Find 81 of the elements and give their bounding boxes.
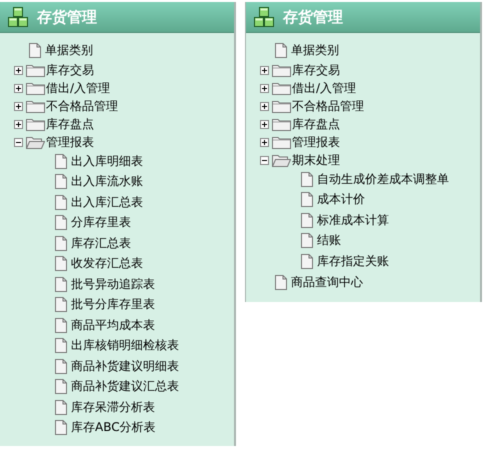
document-icon	[55, 154, 67, 169]
boxes-icon	[8, 7, 29, 27]
folder-icon	[26, 100, 45, 112]
tree-item[interactable]: 单据类别	[291, 42, 339, 58]
tree-item[interactable]: 库存呆滞分析表	[71, 398, 155, 416]
tree-item[interactable]: 管理报表	[46, 134, 94, 150]
document-icon	[301, 254, 313, 269]
expand-icon[interactable]	[14, 66, 23, 74]
open-folder-icon	[26, 136, 45, 148]
tree-item[interactable]: 借出/入管理	[292, 80, 356, 96]
expand-icon[interactable]	[260, 84, 269, 92]
document-icon	[55, 420, 67, 436]
expand-icon[interactable]	[14, 84, 23, 92]
expand-icon[interactable]	[260, 66, 269, 74]
document-icon	[301, 172, 313, 187]
expand-icon[interactable]	[260, 102, 269, 110]
tree-item[interactable]: 单据类别	[45, 42, 93, 58]
document-icon	[301, 192, 313, 208]
tree-item[interactable]: 库存交易	[46, 62, 94, 78]
tree-item[interactable]: 成本计价	[317, 191, 365, 208]
boxes-icon	[254, 7, 275, 27]
document-icon	[55, 236, 67, 251]
folder-icon	[272, 100, 291, 112]
tree-item[interactable]: 库存交易	[292, 62, 340, 78]
panel-title: 存货管理	[37, 8, 97, 26]
collapse-icon[interactable]	[260, 156, 269, 164]
tree-item[interactable]: 批号异动追踪表	[71, 276, 155, 293]
document-icon	[275, 42, 287, 58]
document-icon	[55, 338, 67, 354]
folder-icon	[26, 82, 45, 94]
tree-item[interactable]: 商品补货建议明细表	[71, 358, 179, 375]
expand-icon[interactable]	[260, 120, 269, 128]
folder-icon	[272, 64, 291, 76]
tree-item[interactable]: 管理报表	[292, 134, 340, 150]
tree-item[interactable]: 出入库明细表	[71, 152, 143, 170]
document-icon	[55, 276, 67, 292]
document-icon	[55, 194, 67, 210]
tree-item[interactable]: 借出/入管理	[46, 80, 110, 96]
tree-item[interactable]: 自动生成价差成本调整单	[317, 170, 449, 188]
tree-item[interactable]: 结账	[317, 232, 341, 250]
folder-icon	[272, 136, 291, 148]
document-icon	[55, 215, 67, 230]
collapse-icon[interactable]	[14, 138, 23, 146]
tree-item[interactable]: 库存盘点	[292, 116, 340, 132]
document-icon	[55, 318, 67, 333]
folder-icon	[26, 118, 45, 130]
folder-icon	[26, 64, 45, 76]
panel-title: 存货管理	[283, 8, 343, 26]
document-icon	[55, 297, 67, 312]
document-icon	[55, 256, 67, 272]
expand-icon[interactable]	[260, 138, 269, 146]
tree-item[interactable]: 库存指定关账	[317, 252, 389, 270]
document-icon	[55, 379, 67, 394]
document-icon	[55, 400, 67, 415]
tree-item[interactable]: 分库存里表	[71, 214, 131, 232]
tree-item[interactable]: 出入库汇总表	[71, 194, 143, 211]
document-icon	[275, 275, 287, 290]
tree-item[interactable]: 出库核销明细检核表	[71, 337, 179, 354]
tree-item[interactable]: 商品查询中心	[291, 274, 363, 291]
tree-item[interactable]: 不合格品管理	[292, 98, 364, 114]
tree-item[interactable]: 库存盘点	[46, 116, 94, 132]
tree-item[interactable]: 收发存汇总表	[71, 255, 143, 272]
tree-item[interactable]: 标准成本计算	[317, 212, 389, 229]
document-icon	[29, 42, 41, 58]
document-icon	[301, 212, 313, 228]
document-icon	[55, 174, 67, 190]
expand-icon[interactable]	[14, 102, 23, 110]
document-icon	[301, 233, 313, 248]
tree-item[interactable]: 库存汇总表	[71, 234, 131, 252]
tree-item[interactable]: 不合格品管理	[46, 98, 118, 114]
tree-item[interactable]: 库存ABC分析表	[71, 419, 156, 436]
open-folder-icon	[272, 154, 291, 166]
tree-item[interactable]: 商品补货建议汇总表	[71, 378, 179, 396]
tree-item[interactable]: 批号分库存里表	[71, 296, 155, 314]
folder-icon	[272, 118, 291, 130]
document-icon	[55, 358, 67, 374]
tree-item[interactable]: 商品平均成本表	[71, 316, 155, 334]
tree-item[interactable]: 出入库流水账	[71, 173, 143, 190]
folder-icon	[272, 82, 291, 94]
tree-item[interactable]: 期末处理	[292, 152, 340, 168]
expand-icon[interactable]	[14, 120, 23, 128]
